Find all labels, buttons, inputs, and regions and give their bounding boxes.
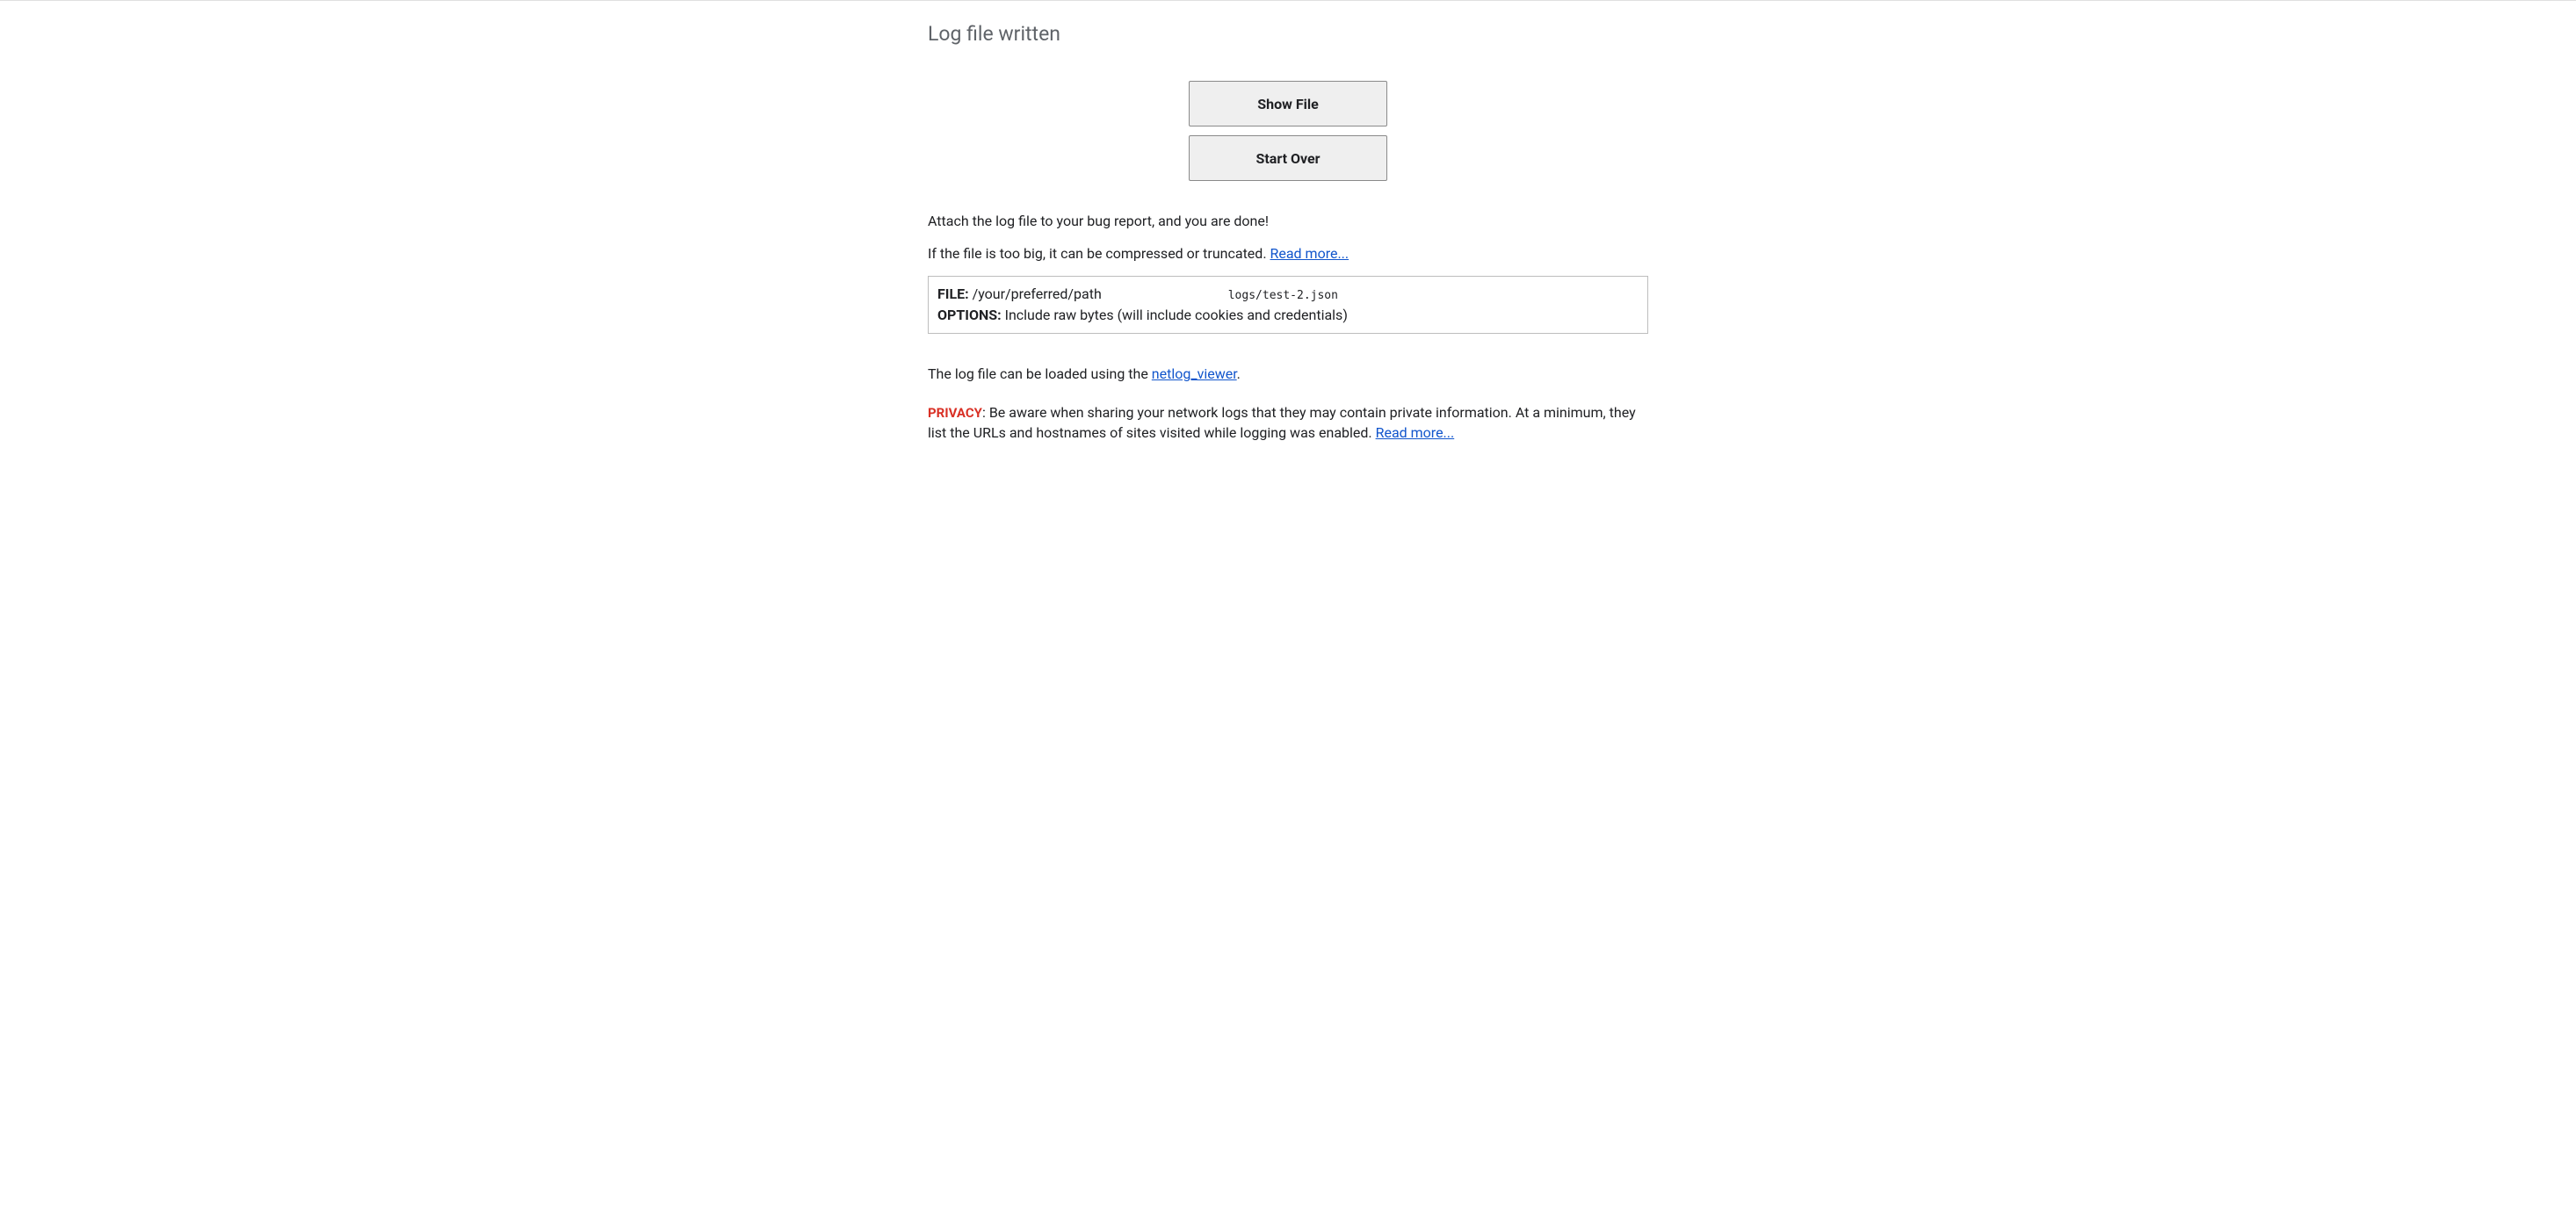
options-value: Include raw bytes (will include cookies … — [1005, 307, 1348, 323]
netlog-viewer-link[interactable]: netlog_viewer — [1152, 365, 1237, 382]
viewer-prefix: The log file can be loaded using the — [928, 365, 1152, 382]
button-stack: Show File Start Over — [928, 81, 1648, 181]
privacy-paragraph: PRIVACY: Be aware when sharing your netw… — [928, 402, 1648, 444]
viewer-suffix: . — [1237, 365, 1241, 382]
too-big-prefix: If the file is too big, it can be compre… — [928, 245, 1270, 262]
start-over-button[interactable]: Start Over — [1189, 135, 1387, 181]
show-file-button[interactable]: Show File — [1189, 81, 1387, 126]
too-big-instruction: If the file is too big, it can be compre… — [928, 243, 1648, 264]
options-row: OPTIONS: Include raw bytes (will include… — [937, 305, 1639, 326]
file-label: FILE: — [937, 285, 969, 302]
file-info-box: FILE: /your/preferred/path logs/test-2.j… — [928, 276, 1648, 334]
file-path-mono: logs/test-2.json — [1228, 289, 1338, 302]
privacy-label: PRIVACY — [928, 405, 982, 421]
file-row: FILE: /your/preferred/path logs/test-2.j… — [937, 284, 1639, 305]
attach-instruction: Attach the log file to your bug report, … — [928, 211, 1648, 231]
read-more-privacy-link[interactable]: Read more... — [1376, 424, 1455, 441]
file-path-display: /your/preferred/path — [973, 285, 1102, 302]
options-label: OPTIONS: — [937, 307, 1002, 323]
viewer-instruction: The log file can be loaded using the net… — [928, 364, 1648, 384]
page-title: Log file written — [928, 22, 1648, 46]
privacy-text: : Be aware when sharing your network log… — [928, 404, 1636, 442]
read-more-compress-link[interactable]: Read more... — [1270, 245, 1350, 262]
main-container: Log file written Show File Start Over At… — [928, 1, 1648, 444]
